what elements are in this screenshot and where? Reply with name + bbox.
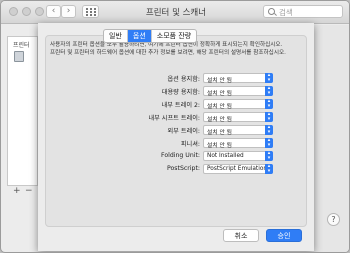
tab-bar: 일반 옵션 소모품 잔량: [103, 29, 198, 43]
select-value: Not Installed: [207, 153, 244, 159]
option-select-large-capacity-tray[interactable]: 설치 안 됨 ▴ ▾: [203, 86, 273, 97]
window-title: 프린터 및 스캐너: [145, 8, 207, 18]
popup-arrows-icon: ▴ ▾: [265, 99, 273, 109]
option-label: 피니셔:: [180, 141, 200, 148]
select-value: 설치 안 됨: [207, 130, 233, 136]
select-value: 설치 안 됨: [207, 117, 233, 123]
preferences-window: ‹ › 프린터 및 스캐너 검색 프린터 + − ? 일반 옵션 소모품 잔량 …: [0, 0, 350, 253]
popup-arrows-icon: ▴ ▾: [265, 164, 273, 174]
zoom-window-button[interactable]: [35, 7, 44, 16]
option-row: 외부 트레이: 설치 안 됨 ▴ ▾: [38, 125, 314, 136]
close-window-button[interactable]: [9, 7, 18, 16]
popup-arrows-icon: ▴ ▾: [265, 151, 273, 161]
option-select-internal-shift-tray[interactable]: 설치 안 됨 ▴ ▾: [203, 112, 273, 123]
options-description: 사용자의 프린터 옵션을 모두 활용하려면, 여기에 프린터 옵션이 정확하게 …: [50, 42, 308, 57]
popup-arrows-icon: ▴ ▾: [265, 112, 273, 122]
remove-printer-button[interactable]: −: [25, 186, 33, 196]
select-value: 설치 안 됨: [207, 143, 233, 149]
option-row: PostScript: PostScript Emulation ▴ ▾: [38, 164, 314, 175]
option-label: 대용량 용지함:: [161, 89, 200, 96]
description-line-1: 사용자의 프린터 옵션을 모두 활용하려면, 여기에 프린터 옵션이 정확하게 …: [50, 42, 283, 48]
popup-arrows-icon: ▴ ▾: [265, 73, 273, 83]
select-value: PostScript Emulation: [207, 166, 268, 172]
printer-list-header: 프린터: [13, 42, 30, 49]
show-all-grid-icon[interactable]: [82, 5, 99, 18]
tab-options[interactable]: 옵션: [127, 30, 152, 42]
options-sheet: 일반 옵션 소모품 잔량 사용자의 프린터 옵션을 모두 활용하려면, 여기에 …: [38, 23, 314, 251]
forward-icon[interactable]: ›: [61, 5, 76, 18]
option-select-postscript[interactable]: PostScript Emulation ▴ ▾: [203, 164, 273, 174]
back-icon[interactable]: ‹: [46, 5, 61, 18]
select-value: 설치 안 됨: [207, 91, 233, 97]
search-field[interactable]: 검색: [263, 5, 343, 18]
option-select-finisher[interactable]: 설치 안 됨 ▴ ▾: [203, 138, 273, 149]
minimize-window-button[interactable]: [22, 7, 31, 16]
printer-list[interactable]: 프린터: [7, 36, 38, 186]
option-select-internal-tray-2[interactable]: 설치 안 됨 ▴ ▾: [203, 99, 273, 110]
option-label: PostScript:: [167, 165, 200, 172]
popup-arrows-icon: ▴ ▾: [265, 86, 273, 96]
add-printer-button[interactable]: +: [13, 186, 21, 196]
printer-icon[interactable]: [14, 51, 24, 62]
help-button[interactable]: ?: [327, 213, 340, 226]
option-select-optional-tray[interactable]: 설치 안 됨 ▴ ▾: [203, 73, 273, 84]
description-line-2: 프린터 및 프린터의 하드웨어 옵션에 대한 추가 정보를 보려면, 해당 프린…: [50, 49, 286, 56]
option-label: 내부 시프트 트레이:: [148, 115, 200, 122]
ok-button[interactable]: 승인: [266, 229, 302, 242]
popup-arrows-icon: ▴ ▾: [265, 138, 273, 148]
search-placeholder: 검색: [279, 8, 293, 17]
option-label: 옵션 용지함:: [167, 76, 200, 83]
title-bar: ‹ › 프린터 및 스캐너 검색: [1, 1, 349, 24]
option-row: Folding Unit: Not Installed ▴ ▾: [38, 151, 314, 162]
option-row: 내부 트레이 2: 설치 안 됨 ▴ ▾: [38, 99, 314, 110]
cancel-button[interactable]: 취소: [223, 229, 259, 242]
option-row: 피니셔: 설치 안 됨 ▴ ▾: [38, 138, 314, 149]
option-label: 외부 트레이:: [167, 128, 200, 135]
tab-general[interactable]: 일반: [104, 30, 128, 42]
option-row: 대용량 용지함: 설치 안 됨 ▴ ▾: [38, 86, 314, 97]
tab-supply-levels[interactable]: 소모품 잔량: [152, 30, 196, 42]
option-row: 내부 시프트 트레이: 설치 안 됨 ▴ ▾: [38, 112, 314, 123]
option-label: Folding Unit:: [161, 152, 200, 159]
search-icon: [268, 8, 275, 15]
popup-arrows-icon: ▴ ▾: [265, 125, 273, 135]
option-label: 내부 트레이 2:: [161, 102, 200, 109]
option-select-external-tray[interactable]: 설치 안 됨 ▴ ▾: [203, 125, 273, 136]
select-value: 설치 안 됨: [207, 78, 233, 84]
option-row: 옵션 용지함: 설치 안 됨 ▴ ▾: [38, 73, 314, 84]
select-value: 설치 안 됨: [207, 104, 233, 110]
option-select-folding-unit[interactable]: Not Installed ▴ ▾: [203, 151, 273, 161]
